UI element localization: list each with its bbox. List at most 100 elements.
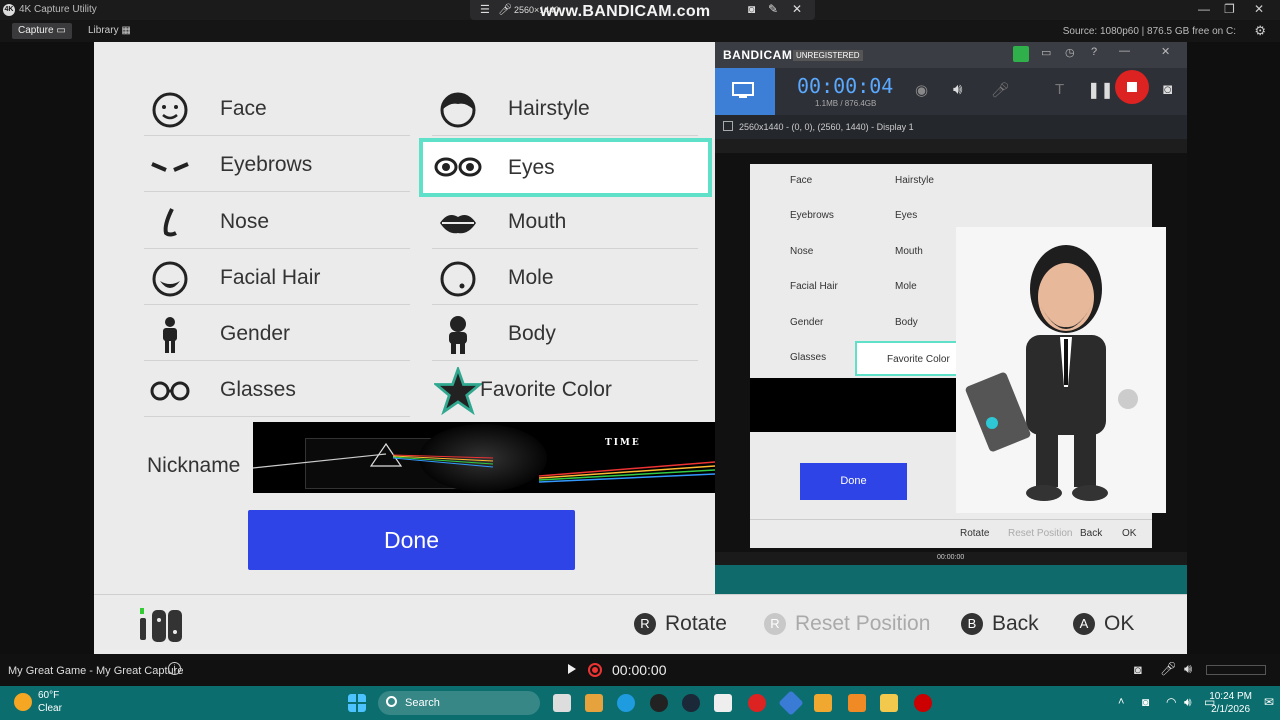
lock-icon[interactable] xyxy=(1013,46,1029,62)
back-label: Back xyxy=(992,612,1039,635)
area-checkbox[interactable] xyxy=(723,121,733,131)
notification-icon[interactable]: ✉ xyxy=(1264,695,1274,709)
menu-label: Mouth xyxy=(508,210,567,233)
close-icon[interactable]: ✕ xyxy=(792,2,802,16)
menu-item-eyebrows[interactable]: Eyebrows xyxy=(144,138,410,192)
clock[interactable]: 10:24 PM 2/1/2026 xyxy=(1209,690,1252,716)
menu-item-eyes[interactable]: Eyes xyxy=(419,138,712,197)
windows-start-icon[interactable] xyxy=(348,694,366,712)
hairstyle-icon xyxy=(440,92,476,128)
r-stick-icon: R xyxy=(634,613,656,635)
nested-label: Nose xyxy=(790,246,814,257)
wifi-icon[interactable]: ◠ xyxy=(1166,695,1176,709)
ok-label: OK xyxy=(1104,612,1135,635)
menu-item-face[interactable]: Face xyxy=(144,82,410,136)
mic-muted-icon[interactable]: 🎤︎ xyxy=(991,81,1010,99)
divider xyxy=(432,304,698,305)
text-icon[interactable]: T xyxy=(1055,81,1064,98)
record-button[interactable] xyxy=(588,663,602,677)
volume-icon[interactable]: 🔊︎ xyxy=(1184,661,1192,677)
camera-icon[interactable]: ◙ xyxy=(748,2,755,16)
done-button[interactable]: Done xyxy=(248,510,575,570)
divider xyxy=(144,248,410,249)
folder-icon[interactable] xyxy=(880,694,898,712)
nested-label: Facial Hair xyxy=(790,281,838,292)
4k-app-icon[interactable] xyxy=(650,694,668,712)
menu-item-glasses[interactable]: Glasses xyxy=(144,363,410,417)
menu-item-mouth[interactable]: Mouth xyxy=(432,195,698,249)
menu-item-facial-hair[interactable]: Facial Hair xyxy=(144,251,410,305)
app-logo: 4K xyxy=(3,4,15,16)
speaker-icon[interactable]: 🔊︎ xyxy=(953,81,962,98)
nested-label: Eyebrows xyxy=(790,210,834,221)
nose-icon xyxy=(163,208,177,237)
close-icon[interactable]: ✕ xyxy=(1161,45,1170,58)
chevron-up-icon[interactable]: ˄ xyxy=(1118,696,1124,708)
minimize-icon[interactable]: — xyxy=(1198,2,1210,16)
gear-icon[interactable]: ⚙ xyxy=(1254,23,1266,39)
play-icon[interactable] xyxy=(568,664,576,674)
minimize-icon[interactable]: — xyxy=(1119,45,1130,57)
maximize-icon[interactable]: ❐ xyxy=(1224,2,1235,16)
tab-capture-label: Capture xyxy=(18,25,54,36)
clock-icon[interactable]: ◷ xyxy=(1065,46,1075,59)
menu-item-favorite-color[interactable]: Favorite Color xyxy=(432,363,698,417)
stop-record-button[interactable] xyxy=(1115,70,1149,104)
task-view-icon[interactable] xyxy=(553,694,571,712)
back-hint[interactable]: B Back xyxy=(961,612,1039,636)
store-icon[interactable] xyxy=(585,694,603,712)
screen-mode-button[interactable] xyxy=(715,68,775,115)
screenshot-icon[interactable]: ◙ xyxy=(1163,81,1172,98)
tab-library[interactable]: Library ▦ xyxy=(82,23,137,39)
app-icon[interactable] xyxy=(778,690,804,716)
steam-icon[interactable] xyxy=(682,694,700,712)
mic-muted-icon[interactable]: 🎤︎ xyxy=(1160,661,1177,677)
menu-label: Favorite Color xyxy=(480,378,612,401)
mic-icon[interactable]: 🎤︎ xyxy=(498,3,512,16)
volume-meter[interactable] xyxy=(1206,665,1266,675)
close-window-icon[interactable]: ✕ xyxy=(1254,2,1264,16)
menu-item-mole[interactable]: Mole xyxy=(432,251,698,305)
nested-item-glasses: Glasses xyxy=(750,341,853,376)
divider xyxy=(144,191,410,192)
vlc-icon[interactable] xyxy=(848,694,866,712)
menu-item-body[interactable]: Body xyxy=(432,307,698,361)
bandicam-icon[interactable] xyxy=(748,694,766,712)
menu-item-hairstyle[interactable]: Hairstyle xyxy=(432,82,698,136)
edge-icon[interactable] xyxy=(617,694,635,712)
tray-icon[interactable]: ◙ xyxy=(1142,695,1149,709)
nested-done-button: Done xyxy=(800,463,907,500)
webcam-icon[interactable]: ◉ xyxy=(915,81,928,99)
pencil-icon[interactable]: ✎ xyxy=(768,2,778,16)
bandicam-brand: BANDICAM xyxy=(723,48,793,62)
folder-icon[interactable]: ▭ xyxy=(1041,46,1051,59)
menu-item-gender[interactable]: Gender xyxy=(144,307,410,361)
monitor-icon xyxy=(732,82,754,98)
menu-item-nose[interactable]: Nose xyxy=(144,195,410,249)
notepad-icon[interactable] xyxy=(714,694,732,712)
clock-date: 2/1/2026 xyxy=(1211,704,1251,715)
video-icon[interactable] xyxy=(814,694,832,712)
search-icon xyxy=(386,696,397,707)
app-title: 4K Capture Utility xyxy=(19,4,97,15)
character-figure xyxy=(965,245,1138,501)
info-icon[interactable]: i xyxy=(168,662,181,675)
speaker-icon[interactable]: 🔊︎ xyxy=(1184,695,1192,710)
menu-icon[interactable]: ☰ xyxy=(480,3,490,16)
reset-position-hint[interactable]: R Reset Position xyxy=(764,612,930,636)
nested-timebar: 00:00:00 xyxy=(715,552,1187,565)
pause-icon[interactable]: ❚❚ xyxy=(1087,80,1114,100)
ok-hint[interactable]: A OK xyxy=(1073,612,1134,636)
nested-item-face: Face xyxy=(750,164,853,199)
taskbar-search[interactable]: Search xyxy=(378,691,540,715)
rotate-hint[interactable]: R Rotate xyxy=(634,612,727,636)
nested-rotate: Rotate xyxy=(960,528,990,539)
help-icon[interactable]: ? xyxy=(1091,46,1097,58)
nested-item-mole: Mole xyxy=(855,270,958,305)
tab-capture[interactable]: Capture ▭ xyxy=(12,23,72,39)
screenshot-icon[interactable]: ◙ xyxy=(1134,662,1142,677)
facial-hair-icon xyxy=(152,261,188,297)
menu-label: Body xyxy=(508,322,556,345)
opera-icon[interactable] xyxy=(914,694,932,712)
title-bar: 4K 4K Capture Utility ☰ 🎤︎ 2560×1440 www… xyxy=(0,0,1280,20)
